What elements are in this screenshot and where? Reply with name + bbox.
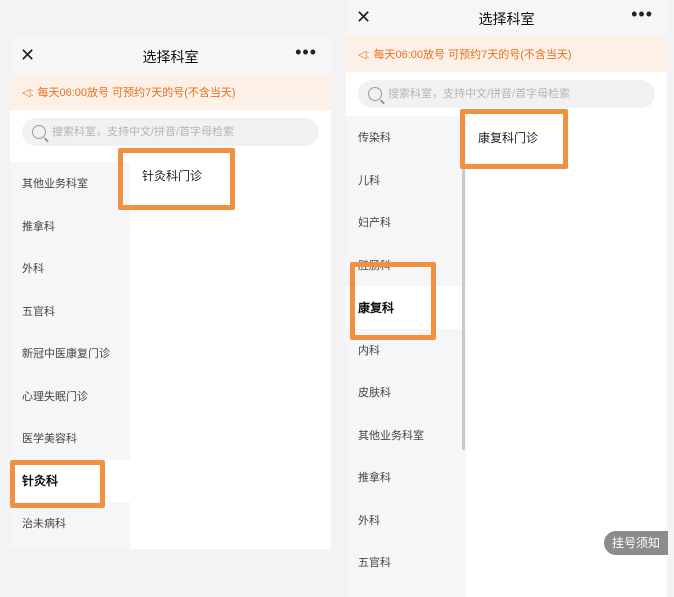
nav-bar: ✕ 选择科室 ••• — [346, 0, 667, 36]
search-icon — [368, 87, 382, 101]
department-item[interactable]: 心理失眠门诊 — [10, 375, 130, 418]
highlight-right-department — [350, 262, 436, 340]
department-item[interactable]: 其他业务科室 — [10, 162, 130, 205]
highlight-left-department — [10, 460, 105, 508]
notice-text: 每天06:00放号 可预约7天的号(不含当天) — [37, 87, 236, 99]
department-item[interactable]: 外科 — [10, 247, 130, 290]
page-title: 选择科室 — [478, 11, 535, 27]
search-input[interactable] — [52, 126, 302, 138]
notice-text: 每天06:00放号 可预约7天的号(不含当天) — [373, 49, 572, 61]
more-icon[interactable]: ••• — [631, 3, 653, 25]
department-item[interactable]: 新冠中医康复门诊 — [10, 332, 130, 375]
nav-bar: ✕ 选择科室 ••• — [10, 38, 331, 74]
registration-notice-button[interactable]: 挂号须知 — [603, 531, 668, 555]
department-item[interactable]: 皮肤科 — [346, 371, 466, 414]
search-bar[interactable] — [22, 118, 319, 146]
more-icon[interactable]: ••• — [295, 41, 317, 63]
search-icon — [32, 125, 46, 139]
sidebar-scrollbar[interactable] — [462, 168, 465, 450]
clinic-list: 康复科门诊 — [466, 116, 667, 597]
department-item[interactable]: 儿科 — [346, 159, 466, 202]
department-item[interactable]: 推拿科 — [346, 456, 466, 499]
department-item[interactable]: 传染科 — [346, 116, 466, 159]
notice-banner: ◁: 每天06:00放号 可预约7天的号(不含当天) — [10, 74, 331, 110]
department-item[interactable]: 医学美容科 — [10, 417, 130, 460]
department-sidebar: 传染科 儿科 妇产科 肛肠科 康复科 内科 皮肤科 其他业务科室 推拿科 外科 五官科 — [346, 116, 466, 597]
speaker-icon: ◁: — [22, 86, 34, 99]
search-input[interactable] — [388, 88, 638, 100]
department-item[interactable]: 推拿科 — [10, 205, 130, 248]
department-item[interactable]: 妇产科 — [346, 201, 466, 244]
department-item[interactable]: 其他业务科室 — [346, 414, 466, 457]
department-item[interactable]: 外科 — [346, 499, 466, 542]
department-item[interactable]: 五官科 — [10, 290, 130, 333]
department-item[interactable]: 五官科 — [346, 541, 466, 584]
speaker-icon: ◁: — [358, 48, 370, 61]
highlight-right-clinic — [460, 109, 568, 169]
department-item[interactable]: 治未病科 — [10, 502, 130, 545]
highlight-left-clinic — [118, 148, 235, 210]
page-title: 选择科室 — [142, 49, 199, 65]
clinic-list: 针灸科门诊 — [130, 154, 331, 549]
search-bar[interactable] — [358, 80, 655, 108]
notice-banner: ◁: 每天06:00放号 可预约7天的号(不含当天) — [346, 36, 667, 72]
